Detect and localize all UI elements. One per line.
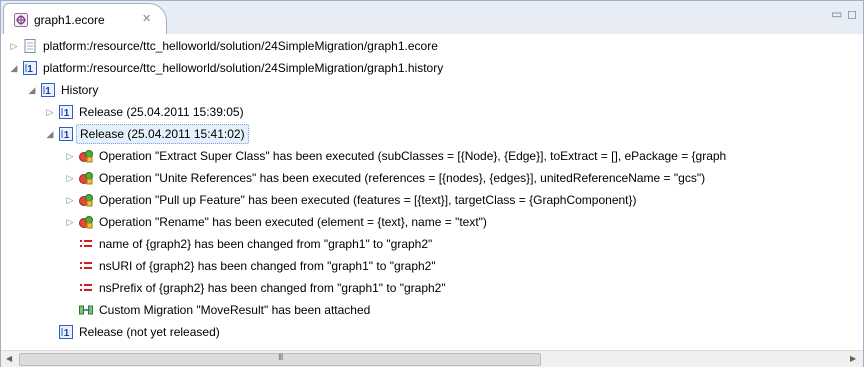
editor-tab[interactable]: graph1.ecore ✕ — [3, 3, 167, 34]
set-icon — [80, 262, 92, 269]
set-icon — [80, 240, 92, 247]
scrollbar-grip: III — [278, 352, 283, 362]
operation-icon — [79, 150, 93, 163]
tree-node-label: Operation "Extract Super Class" has been… — [99, 149, 727, 163]
tree-node-label: Operation "Unite References" has been ex… — [99, 171, 706, 185]
file-icon — [24, 39, 36, 53]
tree-node-label: Operation "Pull up Feature" has been exe… — [99, 193, 637, 207]
release-icon: 1 — [59, 127, 73, 141]
editor-frame: graph1.ecore ✕ ▭ ◻ ▷ platform:/resource/t… — [0, 0, 864, 367]
editor-tab-bar: graph1.ecore ✕ ▭ ◻ — [1, 1, 863, 34]
set-icon — [80, 284, 92, 291]
history-icon: 1 — [41, 83, 55, 97]
migration-icon — [79, 305, 93, 315]
collapse-twisty-icon[interactable]: ▷ — [65, 211, 75, 233]
tree-node-label: name of {graph2} has been changed from "… — [99, 237, 433, 251]
ecore-file-icon — [14, 13, 28, 27]
collapse-twisty-icon[interactable]: ▷ — [65, 189, 75, 211]
scroll-left-icon[interactable]: ◀ — [6, 354, 12, 363]
tree-node-label: platform:/resource/ttc_helloworld/soluti… — [43, 39, 438, 53]
scroll-right-icon[interactable]: ▶ — [850, 354, 856, 363]
minimize-icon[interactable]: ▭ — [831, 7, 842, 21]
tree-node-label: nsPrefix of {graph2} has been changed fr… — [99, 281, 446, 295]
tree-node-label: nsURI of {graph2} has been changed from … — [99, 259, 436, 273]
tree-node-label: Custom Migration "MoveResult" has been a… — [99, 303, 371, 317]
operation-icon — [79, 194, 93, 207]
expand-twisty-icon[interactable]: ◢ — [9, 57, 19, 79]
tree-node-label: Release (not yet released) — [79, 325, 220, 339]
tree-node-label: Release (25.04.2011 15:39:05) — [79, 105, 244, 119]
horizontal-scrollbar[interactable]: ◀ III ▶ — [1, 350, 863, 367]
operation-icon — [79, 172, 93, 185]
history-tree[interactable]: ▷ platform:/resource/ttc_helloworld/solut… — [1, 35, 863, 350]
expand-twisty-icon[interactable]: ◢ — [27, 79, 37, 101]
scrollbar-thumb[interactable]: III — [19, 352, 541, 366]
collapse-twisty-icon[interactable]: ▷ — [9, 35, 19, 57]
maximize-icon[interactable]: ◻ — [847, 7, 857, 21]
collapse-twisty-icon[interactable]: ▷ — [65, 167, 75, 189]
close-icon[interactable]: ✕ — [142, 12, 151, 25]
svg-text:1: 1 — [64, 108, 70, 119]
tree-node-label: Release (25.04.2011 15:41:02) — [76, 124, 249, 144]
tab-title: graph1.ecore — [34, 13, 105, 27]
tree-node-label: platform:/resource/ttc_helloworld/soluti… — [43, 61, 444, 75]
release-icon: 1 — [59, 325, 73, 339]
svg-text:1: 1 — [45, 86, 51, 97]
svg-text:1: 1 — [64, 130, 70, 141]
tree-node-label: History — [61, 83, 99, 97]
tree-node-label: Operation "Rename" has been executed (el… — [99, 215, 487, 229]
collapse-twisty-icon[interactable]: ▷ — [45, 101, 55, 123]
svg-text:1: 1 — [64, 328, 70, 339]
expand-twisty-icon[interactable]: ◢ — [45, 123, 55, 145]
release-icon: 1 — [59, 105, 73, 119]
collapse-twisty-icon[interactable]: ▷ — [65, 145, 75, 167]
svg-text:1: 1 — [27, 64, 33, 75]
operation-icon — [79, 216, 93, 229]
history-icon: 1 — [23, 61, 37, 75]
